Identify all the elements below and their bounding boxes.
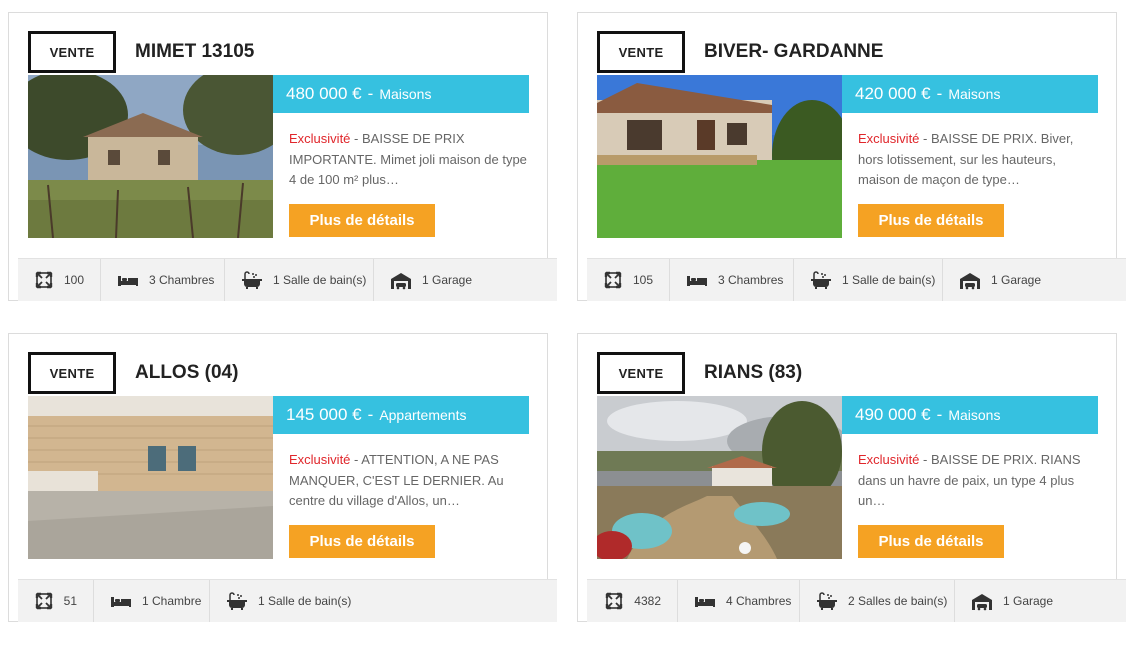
exclusive-label: Exclusivité <box>858 131 920 146</box>
sale-badge: VENTE <box>597 352 685 394</box>
price-separator: - <box>367 405 374 424</box>
bed-icon <box>686 271 708 289</box>
listing-description: Exclusivité - BAISSE DE PRIX. Biver, hor… <box>858 129 1100 191</box>
exclusive-label: Exclusivité <box>858 452 920 467</box>
details-button[interactable]: Plus de détails <box>858 204 1004 237</box>
bed-icon <box>110 592 132 610</box>
feature-surface: 100 <box>18 259 101 301</box>
property-type: Maisons <box>379 86 432 102</box>
feature-bedrooms: 3 Chambres <box>670 259 794 301</box>
price: 490 000 € <box>855 405 931 424</box>
details-button[interactable]: Plus de détails <box>289 204 435 237</box>
sale-badge: VENTE <box>28 31 116 73</box>
surface-icon <box>603 271 623 289</box>
property-type: Maisons <box>948 407 1001 423</box>
feature-bathrooms: 2 Salles de bain(s) <box>800 580 955 622</box>
feature-value: 1 Garage <box>1003 594 1054 608</box>
feature-surface: 51 <box>18 580 94 622</box>
price-bar: 145 000 € - Appartements <box>273 396 529 434</box>
price-separator: - <box>367 84 374 103</box>
feature-value: 1 Chambre <box>142 594 202 608</box>
listing-title[interactable]: ALLOS (04) <box>135 362 238 384</box>
listing-description: Exclusivité - BAISSE DE PRIX IMPORTANTE.… <box>289 129 531 191</box>
feature-value: 3 Chambres <box>718 273 784 287</box>
listing-card: VENTE RIANS (83) 490 000 € - Maisons Exc… <box>577 333 1126 622</box>
garage-icon <box>959 271 981 289</box>
property-type: Appartements <box>379 407 467 423</box>
feature-bedrooms: 1 Chambre <box>94 580 210 622</box>
listing-photo[interactable] <box>28 75 273 238</box>
feature-surface: 4382 <box>587 580 678 622</box>
feature-bathrooms: 1 Salle de bain(s) <box>210 580 557 622</box>
feature-bathrooms: 1 Salle de bain(s) <box>225 259 374 301</box>
features-bar: 105 3 Chambres 1 Salle de bain(s) 1 Gara… <box>587 258 1126 301</box>
garage-icon <box>971 592 993 610</box>
feature-value: 100 <box>63 273 84 287</box>
listing-photo[interactable] <box>597 75 842 238</box>
bathtub-icon <box>810 270 832 290</box>
feature-bathrooms: 1 Salle de bain(s) <box>794 259 943 301</box>
feature-value: 1 Garage <box>422 273 473 287</box>
features-bar: 51 1 Chambre 1 Salle de bain(s) <box>18 579 557 622</box>
sale-badge: VENTE <box>597 31 685 73</box>
surface-icon <box>34 271 54 289</box>
feature-surface: 105 <box>587 259 670 301</box>
exclusive-label: Exclusivité <box>289 452 351 467</box>
feature-value: 105 <box>632 273 653 287</box>
garage-icon <box>390 271 412 289</box>
price-separator: - <box>936 84 943 103</box>
price: 480 000 € <box>286 84 362 103</box>
price-bar: 480 000 € - Maisons <box>273 75 529 113</box>
exclusive-label: Exclusivité <box>289 131 351 146</box>
feature-value: 3 Chambres <box>149 273 215 287</box>
listing-photo[interactable] <box>597 396 842 559</box>
features-bar: 100 3 Chambres 1 Salle de bain(s) 1 Gara… <box>18 258 557 301</box>
bathtub-icon <box>226 591 248 611</box>
feature-value: 1 Salle de bain(s) <box>842 273 936 287</box>
feature-value: 4 Chambres <box>726 594 792 608</box>
price-bar: 420 000 € - Maisons <box>842 75 1098 113</box>
feature-value: 1 Salle de bain(s) <box>258 594 352 608</box>
feature-bedrooms: 3 Chambres <box>101 259 225 301</box>
feature-value: 51 <box>63 594 77 608</box>
feature-value: 2 Salles de bain(s) <box>848 594 948 608</box>
bathtub-icon <box>816 591 838 611</box>
bathtub-icon <box>241 270 263 290</box>
listing-title[interactable]: MIMET 13105 <box>135 41 254 63</box>
feature-value: 4382 <box>634 594 661 608</box>
price-bar: 490 000 € - Maisons <box>842 396 1098 434</box>
listing-description: Exclusivité - ATTENTION, A NE PAS MANQUE… <box>289 450 531 512</box>
price: 420 000 € <box>855 84 931 103</box>
feature-bedrooms: 4 Chambres <box>678 580 800 622</box>
listing-card: VENTE MIMET 13105 480 000 € - Maisons Ex… <box>8 12 557 301</box>
listing-title[interactable]: BIVER- GARDANNE <box>704 41 883 63</box>
details-button[interactable]: Plus de détails <box>858 525 1004 558</box>
listing-title[interactable]: RIANS (83) <box>704 362 802 384</box>
price-separator: - <box>936 405 943 424</box>
listing-card: VENTE ALLOS (04) 145 000 € - Appartement… <box>8 333 557 622</box>
feature-garage: 1 Garage <box>955 580 1126 622</box>
features-bar: 4382 4 Chambres 2 Salles de bain(s) 1 Ga… <box>587 579 1126 622</box>
sale-badge: VENTE <box>28 352 116 394</box>
surface-icon <box>603 592 624 610</box>
feature-value: 1 Garage <box>991 273 1042 287</box>
property-type: Maisons <box>948 86 1001 102</box>
listing-card: VENTE BIVER- GARDANNE 420 000 € - Maison… <box>577 12 1126 301</box>
surface-icon <box>34 592 54 610</box>
feature-value: 1 Salle de bain(s) <box>273 273 367 287</box>
bed-icon <box>117 271 139 289</box>
feature-garage: 1 Garage <box>374 259 557 301</box>
bed-icon <box>694 592 716 610</box>
price: 145 000 € <box>286 405 362 424</box>
listing-description: Exclusivité - BAISSE DE PRIX. RIANS dans… <box>858 450 1100 512</box>
details-button[interactable]: Plus de détails <box>289 525 435 558</box>
listing-photo[interactable] <box>28 396 273 559</box>
feature-garage: 1 Garage <box>943 259 1126 301</box>
